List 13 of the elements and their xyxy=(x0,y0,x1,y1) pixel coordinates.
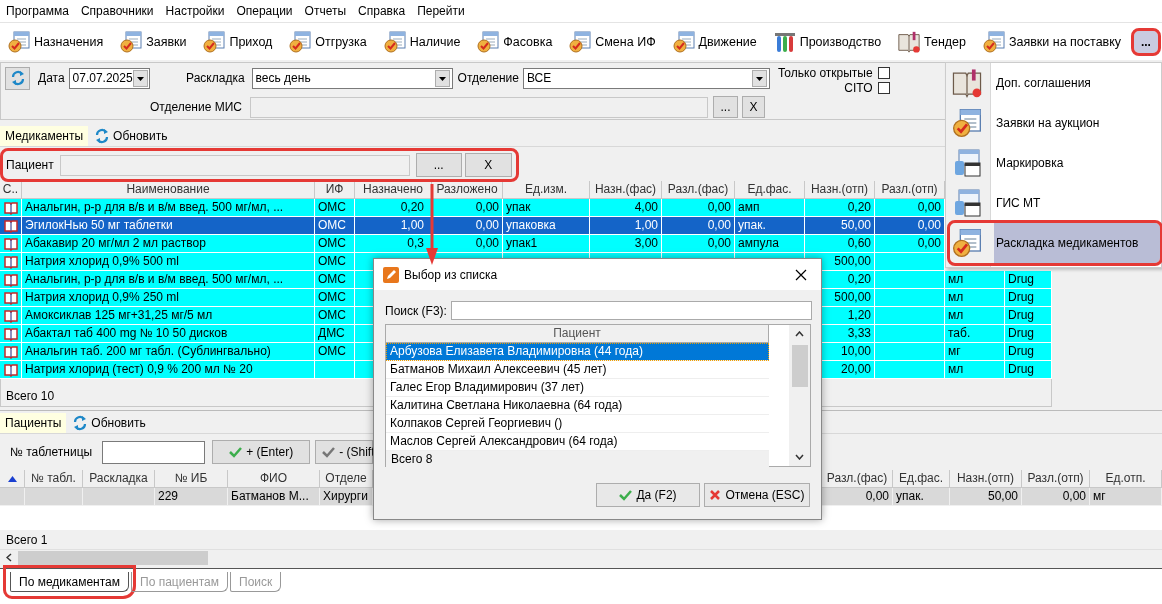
total-count: Всего 1 xyxy=(6,532,48,547)
field-label: Раскладка xyxy=(185,71,245,85)
field-label: Отделение МИС xyxy=(149,100,242,114)
total-count: Всего 8 xyxy=(391,452,433,466)
checkbox-label: CITO xyxy=(844,80,873,95)
dialog-title: Выбор из списка xyxy=(404,267,498,282)
field-label: Дата xyxy=(38,71,65,85)
field-label: Поиск (F3): xyxy=(385,303,447,318)
field-label: № таблетницы xyxy=(10,445,93,459)
checkbox-label: Только открытые xyxy=(777,65,873,80)
total-count: Всего 10 xyxy=(6,389,55,403)
field-label: Отделение xyxy=(457,71,519,85)
field-label: Пациент xyxy=(6,158,54,172)
